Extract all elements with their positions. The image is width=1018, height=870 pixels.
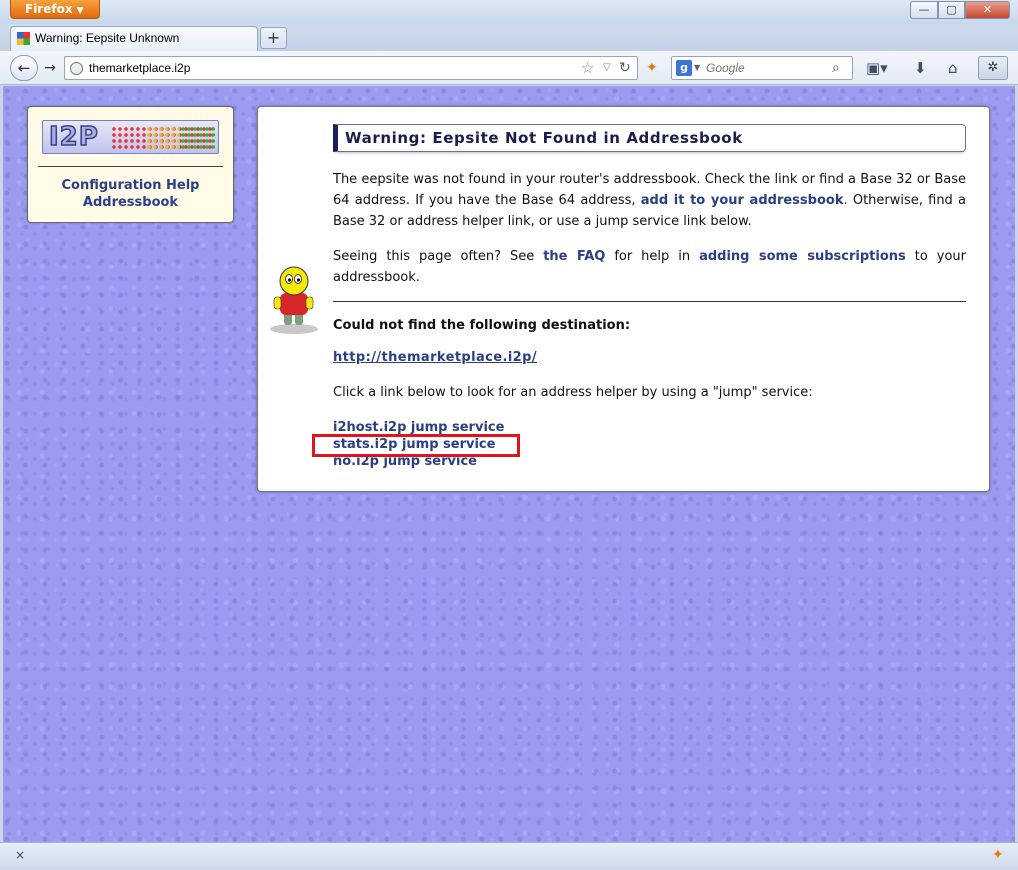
back-arrow-icon: ←	[17, 59, 31, 77]
url-bar[interactable]: themarketplace.i2p ☆ ▽ ↻	[64, 56, 638, 80]
faq-link[interactable]: the FAQ	[543, 249, 605, 264]
destination-link[interactable]: http://themarketplace.i2p/	[333, 350, 537, 365]
firefox-menu-button[interactable]: Firefox ▼	[10, 0, 100, 19]
new-tab-button[interactable]: +	[260, 27, 287, 49]
warning-panel: Warning: Eepsite Not Found in Addressboo…	[257, 106, 990, 492]
history-dropdown-icon[interactable]: ▽	[603, 58, 611, 78]
add-to-addressbook-link[interactable]: add it to your addressbook	[641, 193, 844, 208]
bookmark-star-icon[interactable]: ☆	[581, 58, 594, 78]
firefox-menu-label: Firefox	[25, 2, 73, 16]
jump-intro-text: Click a link below to look for an addres…	[333, 385, 813, 400]
minimize-button[interactable]: —	[910, 1, 938, 19]
faq-text-mid: for help in	[605, 249, 700, 264]
maximize-button[interactable]: ▢	[938, 1, 965, 19]
site-identity-icon[interactable]	[70, 62, 83, 75]
page-title: Warning: Eepsite Not Found in Addressboo…	[333, 124, 966, 152]
faq-paragraph: Seeing this page often? See the FAQ for …	[333, 246, 966, 288]
i2p-addon-icon[interactable]: ✦	[992, 847, 1004, 863]
url-text[interactable]: themarketplace.i2p	[89, 57, 190, 79]
home-icon[interactable]: ⌂	[948, 59, 958, 77]
search-input[interactable]: Google	[706, 57, 826, 79]
faq-text-start: Seeing this page often? See	[333, 249, 544, 264]
i2p-status-icon[interactable]: ✦	[646, 60, 658, 76]
bookmarks-menu-icon[interactable]: ▣▾	[866, 59, 888, 77]
reload-icon[interactable]: ↻	[619, 58, 631, 78]
tab-eepsite-warning[interactable]: Warning: Eepsite Unknown	[10, 26, 258, 51]
close-addon-bar-icon[interactable]: ×	[15, 848, 25, 862]
close-window-button[interactable]: ✕	[965, 1, 1010, 19]
navigation-toolbar: ← → themarketplace.i2p ☆ ▽ ↻ ✦ g ▼ Googl…	[0, 51, 1018, 85]
status-bar: × ✦	[0, 842, 1018, 870]
content-divider	[333, 301, 966, 302]
sidebar-divider	[38, 166, 223, 167]
configuration-help-link[interactable]: Configuration Help	[28, 178, 233, 193]
info-paragraph: The eepsite was not found in your router…	[333, 169, 966, 232]
forward-button[interactable]: →	[38, 57, 62, 79]
title-bar: Firefox ▼ — ▢ ✕	[0, 0, 1018, 24]
status-lights-yellow-icon	[146, 126, 180, 150]
search-icon[interactable]: ⌕	[832, 58, 840, 78]
i2p-mascot-icon	[270, 266, 318, 334]
destination-heading: Could not find the following destination…	[333, 318, 631, 333]
i2p-logo-text: I2P	[48, 121, 99, 153]
tab-title: Warning: Eepsite Unknown	[35, 31, 180, 45]
sidebar-logo-panel: I2P Configuration Help Addressbook	[27, 106, 234, 223]
i2p-favicon-icon	[17, 32, 30, 45]
search-bar[interactable]: g ▼ Google ⌕	[671, 56, 853, 80]
addressbook-link[interactable]: Addressbook	[28, 195, 233, 210]
dropdown-arrow-icon: ▼	[76, 6, 84, 16]
page-viewport: I2P Configuration Help Addressbook Warni…	[3, 86, 1015, 842]
engine-dropdown-icon[interactable]: ▼	[694, 58, 700, 78]
back-button[interactable]: ←	[10, 55, 38, 81]
status-lights-green-icon	[180, 126, 215, 150]
highlight-box	[312, 434, 520, 457]
downloads-icon[interactable]: ⬇	[914, 59, 927, 77]
jump-link-i2host[interactable]: i2host.i2p jump service	[333, 420, 504, 435]
tab-bar: Warning: Eepsite Unknown +	[0, 24, 1018, 51]
google-engine-icon[interactable]: g	[676, 60, 692, 76]
puzzle-icon: ✲	[987, 60, 999, 75]
forward-arrow-icon: →	[44, 60, 56, 76]
i2p-logo[interactable]: I2P	[42, 120, 219, 154]
addon-button[interactable]: ✲	[978, 56, 1008, 80]
subscriptions-link[interactable]: adding some subscriptions	[699, 249, 906, 264]
